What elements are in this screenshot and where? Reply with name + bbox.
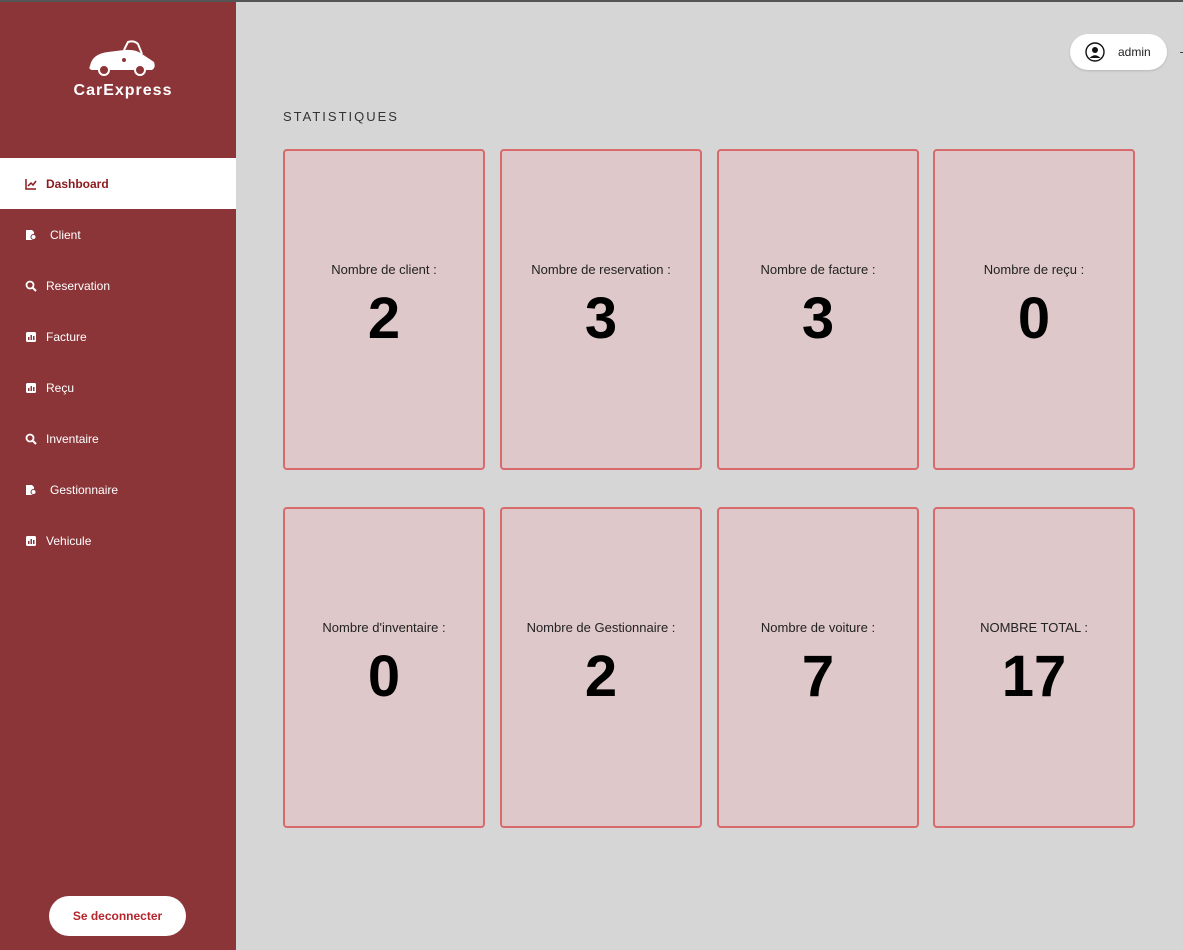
- sidebar-item-label: Facture: [46, 329, 87, 344]
- sidebar-item-label: Reservation: [46, 278, 111, 293]
- sidebar-item-dashboard[interactable]: Dashboard: [0, 158, 236, 209]
- search-icon: [24, 432, 38, 446]
- page-title: STATISTIQUES: [283, 109, 399, 124]
- sidebar-item-vehicule[interactable]: Vehicule: [0, 515, 236, 566]
- stat-value: 2: [584, 644, 618, 709]
- stat-label: NOMBRE TOTAL :: [980, 620, 1088, 635]
- car-logo-icon: [89, 40, 155, 76]
- stat-label: Nombre de reçu :: [983, 262, 1085, 277]
- sidebar-item-reservation[interactable]: Reservation: [0, 260, 236, 311]
- user-menu[interactable]: admin: [1070, 34, 1167, 70]
- user-avatar-icon: [1085, 42, 1105, 62]
- stat-value: 3: [801, 286, 835, 351]
- sidebar-item-facture[interactable]: Facture: [0, 311, 236, 362]
- sidebar-item-gestionnaire[interactable]: Gestionnaire: [0, 464, 236, 515]
- stat-card-voiture: Nombre de voiture : 7: [717, 507, 919, 828]
- sidebar-nav: Dashboard Client Reservation Facture Reç…: [0, 158, 236, 566]
- stat-label: Nombre de facture :: [760, 262, 876, 277]
- sidebar-item-recu[interactable]: Reçu: [0, 362, 236, 413]
- sidebar: CarExpress Dashboard Client Reservation …: [0, 2, 236, 950]
- sidebar-item-label: Inventaire: [46, 431, 99, 446]
- stat-label: Nombre de client :: [331, 262, 437, 277]
- stat-value: 2: [367, 286, 401, 351]
- brand-name: CarExpress: [73, 82, 173, 99]
- stat-card-reservation: Nombre de reservation : 3: [500, 149, 702, 470]
- stat-label: Nombre de Gestionnaire :: [526, 620, 676, 635]
- sidebar-item-label: Reçu: [46, 380, 75, 395]
- user-name: admin: [1118, 45, 1151, 59]
- stat-value: 7: [801, 644, 835, 709]
- stat-card-client: Nombre de client : 2: [283, 149, 485, 470]
- stat-card-gestionnaire: Nombre de Gestionnaire : 2: [500, 507, 702, 828]
- logout-button[interactable]: Se deconnecter: [49, 896, 186, 936]
- stat-label: Nombre de reservation :: [531, 262, 671, 277]
- chart-line-icon: [24, 177, 38, 191]
- stat-value: 17: [1001, 644, 1067, 709]
- user-file-icon: [24, 483, 38, 497]
- sidebar-item-label: Vehicule: [46, 533, 92, 548]
- sidebar-item-inventaire[interactable]: Inventaire: [0, 413, 236, 464]
- chart-bar-icon: [24, 330, 38, 344]
- stat-card-recu: Nombre de reçu : 0: [933, 149, 1135, 470]
- search-icon: [24, 279, 38, 293]
- chart-bar-icon: [24, 381, 38, 395]
- sidebar-item-client[interactable]: Client: [0, 209, 236, 260]
- stat-card-total: NOMBRE TOTAL : 17: [933, 507, 1135, 828]
- stat-label: Nombre d'inventaire :: [322, 620, 446, 635]
- sidebar-item-label: Gestionnaire: [50, 482, 119, 497]
- stat-value: 3: [584, 286, 618, 351]
- stat-value: 0: [367, 644, 401, 709]
- user-file-icon: [24, 228, 38, 242]
- brand[interactable]: CarExpress: [0, 2, 236, 158]
- stat-value: 0: [1017, 286, 1051, 351]
- stat-card-inventaire: Nombre d'inventaire : 0: [283, 507, 485, 828]
- sidebar-item-label: Dashboard: [46, 176, 109, 191]
- stat-card-facture: Nombre de facture : 3: [717, 149, 919, 470]
- sidebar-item-label: Client: [50, 227, 81, 242]
- stat-label: Nombre de voiture :: [760, 620, 876, 635]
- chart-bar-icon: [24, 534, 38, 548]
